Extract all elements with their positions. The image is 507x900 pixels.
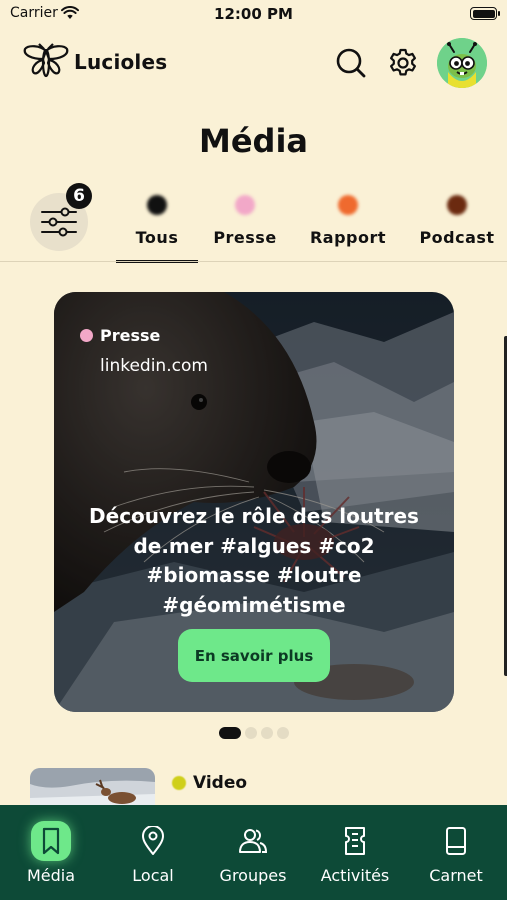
tab-color-dot [147, 195, 167, 215]
notebook-icon [436, 821, 476, 861]
ticket-icon [335, 821, 375, 861]
search-button[interactable] [334, 46, 368, 80]
battery-icon [470, 7, 500, 20]
tabs-divider [0, 261, 507, 262]
carousel-pager [0, 727, 507, 739]
nav-label: Média [26, 866, 76, 885]
nav-label: Carnet [429, 866, 483, 885]
category-color-dot [80, 329, 93, 342]
filter-count-badge: 6 [66, 183, 92, 209]
nav-label: Groupes [219, 866, 287, 885]
gear-icon [390, 48, 416, 76]
tab-color-dot [235, 195, 255, 215]
card-category-label: Presse [100, 326, 161, 345]
sliders-icon [41, 207, 77, 237]
bottom-navigation: Média Local Groupes Activités Carnet [0, 805, 507, 900]
firefly-avatar-icon [437, 38, 487, 88]
tab-tous[interactable]: Tous [116, 193, 198, 263]
nav-carnet[interactable]: Carnet [406, 805, 506, 900]
clock: 12:00 PM [214, 5, 293, 23]
user-avatar[interactable] [437, 38, 487, 88]
firefly-logo-icon [23, 43, 69, 78]
next-item-category-label: Video [193, 773, 248, 793]
search-icon [336, 48, 366, 78]
app-header: Lucioles [0, 38, 507, 88]
card-source: linkedin.com [100, 356, 208, 376]
tab-rapport[interactable]: Rapport [308, 193, 388, 263]
app-name: Lucioles [74, 50, 168, 74]
app-logo[interactable]: Lucioles [22, 43, 167, 81]
settings-button[interactable] [386, 46, 420, 80]
map-pin-icon [133, 821, 173, 861]
tab-color-dot [447, 195, 467, 215]
tab-label: Presse [213, 228, 277, 247]
pager-dot[interactable] [244, 727, 257, 739]
status-bar: Carrier 12:00 PM [0, 0, 507, 30]
nav-groupes[interactable]: Groupes [203, 805, 303, 900]
deer-photo [30, 768, 155, 808]
pager-dot[interactable] [260, 727, 273, 739]
pager-dot[interactable] [276, 727, 289, 739]
learn-more-button[interactable]: En savoir plus [178, 629, 330, 682]
card-category: Presse [80, 326, 160, 345]
tab-podcast[interactable]: Podcast [417, 193, 497, 263]
nav-label: Activités [320, 866, 390, 885]
nav-media[interactable]: Média [1, 805, 101, 900]
bookmark-icon [31, 821, 71, 861]
pager-dot-active[interactable] [218, 727, 241, 739]
category-color-dot [172, 776, 186, 790]
tab-label: Tous [135, 228, 179, 247]
nav-label: Local [132, 866, 174, 885]
media-card[interactable]: Presse linkedin.com Découvrez le rôle de… [54, 292, 454, 712]
card-headline: Découvrez le rôle des loutres de.mer #al… [89, 504, 419, 617]
video-thumbnail[interactable] [30, 768, 155, 808]
tab-color-dot [338, 195, 358, 215]
tab-label: Podcast [419, 228, 495, 247]
next-item-category: Video [172, 773, 247, 793]
page-title: Média [198, 122, 308, 160]
tab-presse[interactable]: Presse [210, 193, 280, 263]
nav-local[interactable]: Local [103, 805, 203, 900]
tab-label: Rapport [309, 228, 387, 247]
users-icon [233, 821, 273, 861]
nav-activites[interactable]: Activités [305, 805, 405, 900]
